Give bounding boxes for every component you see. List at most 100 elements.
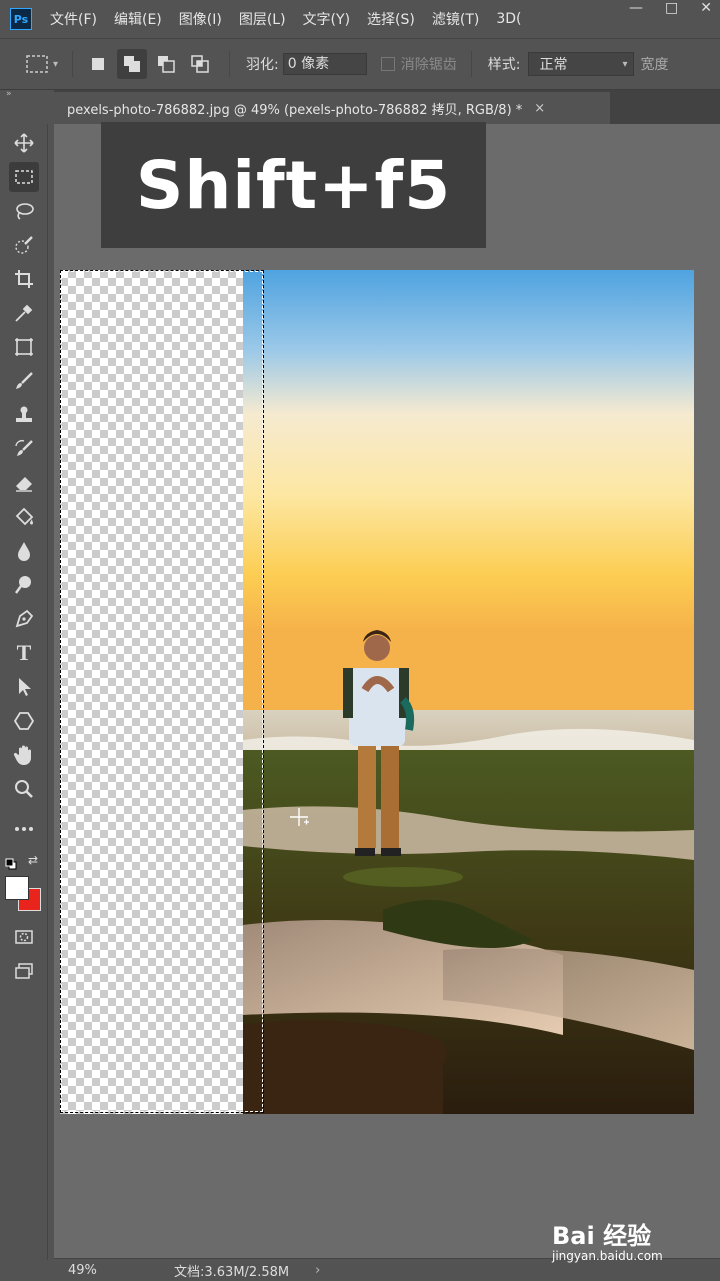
- menu-edit[interactable]: 编辑(E): [114, 9, 162, 29]
- document-tab-bar: pexels-photo-786882.jpg @ 49% (pexels-ph…: [54, 90, 720, 124]
- document-info: 文档:3.63M/2.58M: [174, 1264, 290, 1280]
- menu-file[interactable]: 文件(F): [50, 9, 97, 29]
- style-select-value: 正常: [539, 57, 568, 73]
- zoom-level[interactable]: 49%: [68, 1263, 158, 1278]
- marquee-preset-icon: [26, 55, 48, 73]
- menu-3d[interactable]: 3D(: [496, 11, 521, 27]
- watermark-url: jingyan.baidu.com: [552, 1249, 663, 1263]
- shape-icon: [13, 712, 35, 730]
- swap-colors-button[interactable]: ⇄: [28, 853, 38, 867]
- feather-input[interactable]: 0 像素: [282, 53, 367, 75]
- subtract-from-selection-button[interactable]: [151, 49, 181, 79]
- stamp-icon: [16, 406, 32, 422]
- default-colors-icon: [5, 858, 17, 870]
- stamp-tool[interactable]: [9, 400, 39, 430]
- default-colors-button[interactable]: [5, 855, 17, 870]
- lasso-icon: [16, 203, 34, 220]
- tools-panel: T ⇄: [0, 124, 48, 1260]
- more-tools-button[interactable]: [9, 814, 39, 844]
- quick-mask-icon: [15, 930, 33, 944]
- menu-filter[interactable]: 滤镜(T): [432, 9, 479, 29]
- watermark-main: Bai 经验: [552, 1222, 652, 1250]
- quick-selection-icon: [15, 236, 33, 254]
- add-selection-icon: [124, 56, 141, 72]
- rectangular-marquee-icon: [15, 170, 33, 184]
- beach-photo: [243, 270, 694, 1114]
- tool-preset-picker[interactable]: ▾: [26, 55, 58, 73]
- move-tool[interactable]: [9, 128, 39, 158]
- hand-icon: [13, 745, 32, 765]
- antialias-label: 消除锯齿: [400, 57, 457, 73]
- swap-colors-icon: ⇄: [28, 853, 39, 867]
- close-button[interactable]: ✕: [700, 0, 712, 16]
- frame-icon: [15, 338, 33, 356]
- new-selection-button[interactable]: [83, 49, 113, 79]
- eraser-tool[interactable]: [9, 468, 39, 498]
- menu-image[interactable]: 图像(I): [179, 9, 222, 29]
- menu-layer[interactable]: 图层(L): [239, 9, 286, 29]
- pen-tool[interactable]: [9, 604, 39, 634]
- eyedropper-icon: [15, 304, 33, 322]
- chevron-down-icon: ▾: [53, 58, 59, 70]
- divider: [72, 51, 74, 77]
- document-canvas[interactable]: [60, 270, 694, 1114]
- antialias-checkbox[interactable]: [380, 57, 395, 71]
- new-selection-icon: [92, 58, 105, 70]
- add-to-selection-button[interactable]: [117, 49, 148, 79]
- status-menu-arrow-icon[interactable]: ›: [315, 1263, 320, 1278]
- dodge-icon: [15, 576, 31, 594]
- path-selection-icon: [19, 678, 31, 696]
- minimize-button[interactable]: —: [629, 0, 643, 16]
- style-select[interactable]: 正常 ▾: [528, 52, 635, 76]
- eyedropper-tool[interactable]: [9, 298, 39, 328]
- baidu-jingyan-watermark: Bai 经验 jingyan.baidu.com: [552, 1216, 712, 1266]
- paint-bucket-icon: [15, 507, 34, 526]
- options-bar: ▾ 羽化: 0 像素 消除锯齿 样式: 正常 ▾ 宽度: [0, 38, 720, 90]
- zoom-tool[interactable]: [9, 774, 39, 804]
- restore-button[interactable]: □: [665, 0, 678, 16]
- tab-close-icon[interactable]: ×: [534, 101, 545, 116]
- divider: [229, 51, 231, 77]
- feather-label: 羽化:: [246, 57, 279, 73]
- subtract-selection-icon: [158, 56, 175, 73]
- shortcut-overlay: Shift+f5: [101, 122, 486, 248]
- history-brush-icon: [15, 439, 33, 456]
- menu-type[interactable]: 文字(Y): [303, 9, 350, 29]
- menu-bar: Ps 文件(F) 编辑(E) 图像(I) 图层(L) 文字(Y) 选择(S) 滤…: [0, 0, 720, 38]
- path-selection-tool[interactable]: [9, 672, 39, 702]
- screen-mode-icon: [15, 963, 33, 979]
- move-icon: [14, 133, 34, 153]
- blur-tool[interactable]: [9, 536, 39, 566]
- document-tab[interactable]: pexels-photo-786882.jpg @ 49% (pexels-ph…: [54, 92, 610, 124]
- zoom-icon: [15, 780, 33, 798]
- intersect-selection-button[interactable]: [185, 49, 215, 79]
- foreground-color-swatch[interactable]: [5, 876, 29, 900]
- crop-icon: [15, 270, 33, 288]
- pen-icon: [15, 609, 34, 628]
- brush-tool[interactable]: [9, 366, 39, 396]
- history-brush-tool[interactable]: [9, 434, 39, 464]
- more-icon: [15, 827, 33, 831]
- collapse-arrows-icon: »: [6, 89, 12, 99]
- width-label: 宽度: [640, 57, 669, 73]
- hand-tool[interactable]: [9, 740, 39, 770]
- frame-tool[interactable]: [9, 332, 39, 362]
- type-icon: T: [16, 640, 32, 665]
- chevron-down-icon: ▾: [622, 58, 628, 70]
- brush-icon: [16, 372, 33, 389]
- document-tab-title: pexels-photo-786882.jpg @ 49% (pexels-ph…: [67, 102, 523, 118]
- screen-mode-button[interactable]: [9, 956, 39, 986]
- paint-bucket-tool[interactable]: [9, 502, 39, 532]
- transparent-region: [60, 270, 243, 1114]
- quick-mask-button[interactable]: [9, 922, 39, 952]
- dodge-tool[interactable]: [9, 570, 39, 600]
- blur-icon: [18, 542, 30, 561]
- quick-selection-tool[interactable]: [9, 230, 39, 260]
- lasso-tool[interactable]: [9, 196, 39, 226]
- crop-tool[interactable]: [9, 264, 39, 294]
- menu-select[interactable]: 选择(S): [367, 9, 415, 29]
- shape-tool[interactable]: [9, 706, 39, 736]
- window-controls: — □ ✕: [629, 0, 712, 16]
- type-tool[interactable]: T: [9, 638, 39, 668]
- rectangular-marquee-tool[interactable]: [9, 162, 39, 192]
